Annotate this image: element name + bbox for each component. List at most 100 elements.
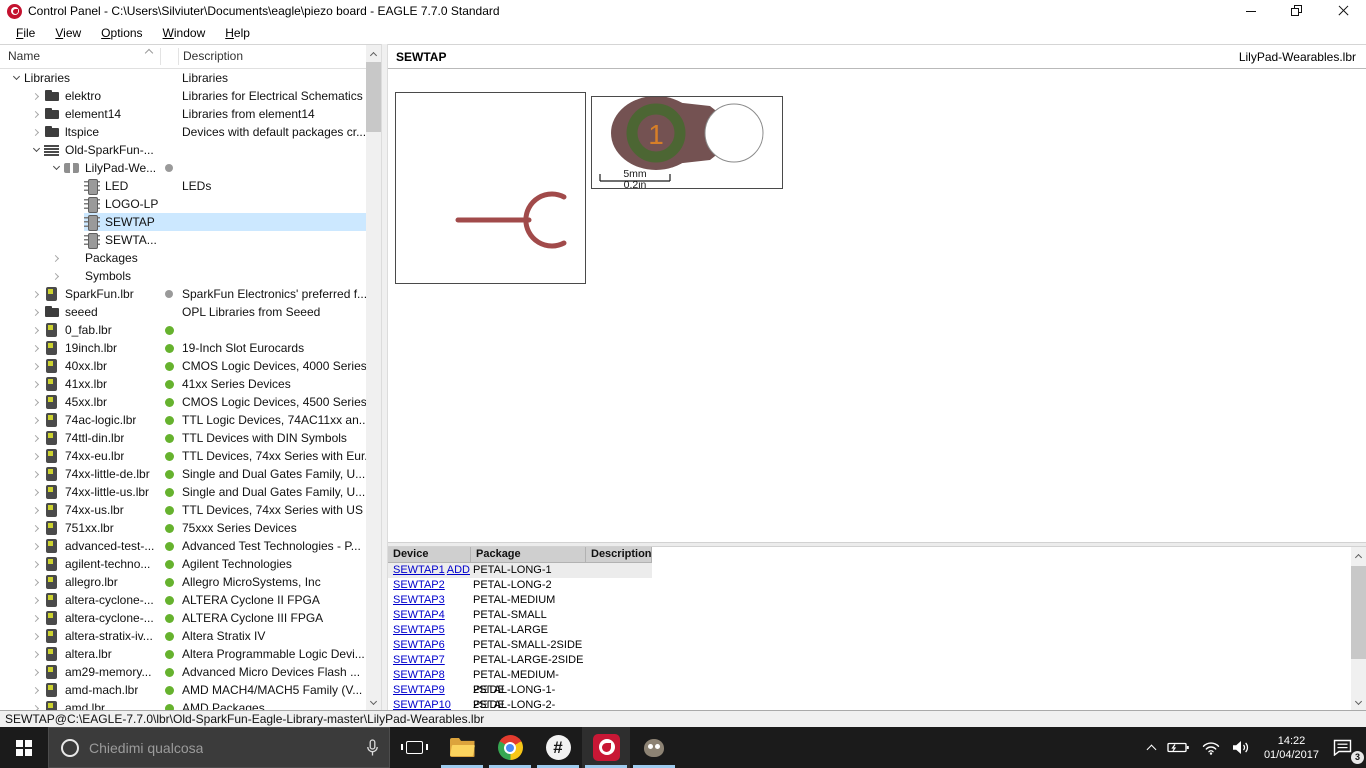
battery-status[interactable] — [1161, 727, 1196, 768]
device-link[interactable]: SEWTAP10 — [393, 699, 451, 710]
tray-overflow-button[interactable] — [1142, 727, 1161, 768]
tree-row[interactable]: Old-SparkFun-... — [0, 141, 366, 159]
expand-icon[interactable] — [28, 452, 44, 460]
microphone-icon[interactable] — [366, 739, 379, 757]
tree-row[interactable]: 19inch.lbr 19-Inch Slot Eurocards — [0, 339, 366, 357]
tree-scrollbar-thumb[interactable] — [366, 62, 381, 132]
table-scrollbar-thumb[interactable] — [1351, 566, 1366, 659]
expand-icon[interactable] — [28, 596, 44, 604]
expand-icon[interactable] — [28, 434, 44, 442]
expand-icon[interactable] — [28, 506, 44, 514]
expand-icon[interactable] — [28, 128, 44, 136]
tree-row[interactable]: SEWTAP — [0, 213, 366, 231]
column-header-device[interactable]: Device — [388, 547, 471, 563]
collapse-icon[interactable] — [48, 162, 64, 171]
expand-icon[interactable] — [28, 524, 44, 532]
device-link[interactable]: SEWTAP7 — [393, 654, 445, 666]
tree-row[interactable]: amd-mach.lbr AMD MACH4/MACH5 Family (V... — [0, 681, 366, 699]
column-header-description[interactable]: Description — [183, 49, 243, 63]
tree-row[interactable]: 751xx.lbr 75xxx Series Devices — [0, 519, 366, 537]
menu-window[interactable]: Window — [155, 24, 214, 43]
tree-row[interactable]: 74xx-little-de.lbr Single and Dual Gates … — [0, 465, 366, 483]
taskbar-gimp-button[interactable] — [630, 727, 678, 768]
expand-icon[interactable] — [28, 470, 44, 478]
tree-row[interactable]: 74xx-eu.lbr TTL Devices, 74xx Series with… — [0, 447, 366, 465]
expand-icon[interactable] — [28, 668, 44, 676]
tree-row[interactable]: Symbols — [0, 267, 366, 285]
expand-icon[interactable] — [28, 578, 44, 586]
expand-icon[interactable] — [28, 380, 44, 388]
tree-row[interactable]: 0_fab.lbr — [0, 321, 366, 339]
expand-icon[interactable] — [48, 272, 64, 280]
device-link[interactable]: SEWTAP8 — [393, 669, 445, 681]
collapse-icon[interactable] — [28, 144, 44, 153]
expand-icon[interactable] — [28, 344, 44, 352]
menu-file[interactable]: File — [8, 24, 43, 43]
expand-icon[interactable] — [28, 488, 44, 496]
scroll-up-icon[interactable] — [1351, 547, 1366, 564]
menu-options[interactable]: Options — [93, 24, 150, 43]
tree-row[interactable]: element14 Libraries from element14 — [0, 105, 366, 123]
column-header-description[interactable]: Description — [586, 547, 652, 563]
expand-icon[interactable] — [28, 614, 44, 622]
tree-row[interactable]: altera-cyclone-... ALTERA Cyclone II FPGA — [0, 591, 366, 609]
expand-icon[interactable] — [48, 254, 64, 262]
expand-icon[interactable] — [28, 308, 44, 316]
tree-row[interactable]: am29-memory... Advanced Micro Devices Fla… — [0, 663, 366, 681]
device-link[interactable]: SEWTAP4 — [393, 609, 445, 621]
expand-icon[interactable] — [28, 326, 44, 334]
tree-row[interactable]: amd.lbr AMD Packages — [0, 699, 366, 710]
scroll-down-icon[interactable] — [1351, 694, 1366, 711]
device-link[interactable]: SEWTAP2 — [393, 579, 445, 591]
tree-row[interactable]: 74ac-logic.lbr TTL Logic Devices, 74AC11x… — [0, 411, 366, 429]
taskbar-chrome-button[interactable] — [486, 727, 534, 768]
taskbar-task-view-button[interactable] — [390, 727, 438, 768]
clock[interactable]: 14:22 01/04/2017 — [1256, 727, 1327, 768]
tree-row[interactable]: altera-stratix-iv... Altera Stratix IV — [0, 627, 366, 645]
collapse-icon[interactable] — [8, 72, 24, 81]
device-link[interactable]: SEWTAP1 — [393, 564, 445, 576]
tree-row[interactable]: LOGO-LP — [0, 195, 366, 213]
tree-row[interactable]: allegro.lbr Allegro MicroSystems, Inc — [0, 573, 366, 591]
cortana-search-box[interactable]: Chiedimi qualcosa — [48, 727, 390, 768]
expand-icon[interactable] — [28, 560, 44, 568]
tree-row[interactable]: Libraries Libraries — [0, 69, 366, 87]
expand-icon[interactable] — [28, 650, 44, 658]
tree-row[interactable]: LilyPad-We... — [0, 159, 366, 177]
expand-icon[interactable] — [28, 290, 44, 298]
tree-row[interactable]: elektro Libraries for Electrical Schemati… — [0, 87, 366, 105]
expand-icon[interactable] — [28, 110, 44, 118]
menu-help[interactable]: Help — [217, 24, 258, 43]
taskbar-explorer-button[interactable] — [438, 727, 486, 768]
expand-icon[interactable] — [28, 362, 44, 370]
tree-row[interactable]: advanced-test-... Advanced Test Technolog… — [0, 537, 366, 555]
tree-row[interactable]: Packages — [0, 249, 366, 267]
tree-row[interactable]: 74xx-us.lbr TTL Devices, 74xx Series with… — [0, 501, 366, 519]
tree-row[interactable]: SparkFun.lbr SparkFun Electronics' prefer… — [0, 285, 366, 303]
scroll-down-icon[interactable] — [366, 694, 381, 711]
volume-status[interactable] — [1226, 727, 1256, 768]
tree-row[interactable]: 41xx.lbr 41xx Series Devices — [0, 375, 366, 393]
taskbar-github-button[interactable] — [534, 727, 582, 768]
expand-icon[interactable] — [28, 92, 44, 100]
device-link[interactable]: SEWTAP5 — [393, 624, 445, 636]
taskbar-eagle-button[interactable] — [582, 727, 630, 768]
menu-view[interactable]: View — [47, 24, 89, 43]
tree-row[interactable]: SEWTA... — [0, 231, 366, 249]
close-button[interactable] — [1320, 0, 1366, 22]
tree-row[interactable]: seeed OPL Libraries from Seeed — [0, 303, 366, 321]
tree-row[interactable]: ltspice Devices with default packages cr.… — [0, 123, 366, 141]
expand-icon[interactable] — [28, 542, 44, 550]
tree-scrollbar[interactable] — [366, 45, 381, 711]
column-header-name[interactable]: Name — [8, 49, 40, 63]
tree-row[interactable]: altera-cyclone-... ALTERA Cyclone III FPG… — [0, 609, 366, 627]
tree-row[interactable]: agilent-techno... Agilent Technologies — [0, 555, 366, 573]
scroll-up-icon[interactable] — [366, 45, 381, 62]
column-header-package[interactable]: Package — [471, 547, 586, 563]
start-button[interactable] — [0, 727, 48, 768]
action-center-button[interactable]: 3 — [1327, 727, 1366, 768]
tree-row[interactable]: 45xx.lbr CMOS Logic Devices, 4500 Series — [0, 393, 366, 411]
device-table-scrollbar[interactable] — [1351, 547, 1366, 711]
expand-icon[interactable] — [28, 398, 44, 406]
tree-row[interactable]: 74xx-little-us.lbr Single and Dual Gates … — [0, 483, 366, 501]
